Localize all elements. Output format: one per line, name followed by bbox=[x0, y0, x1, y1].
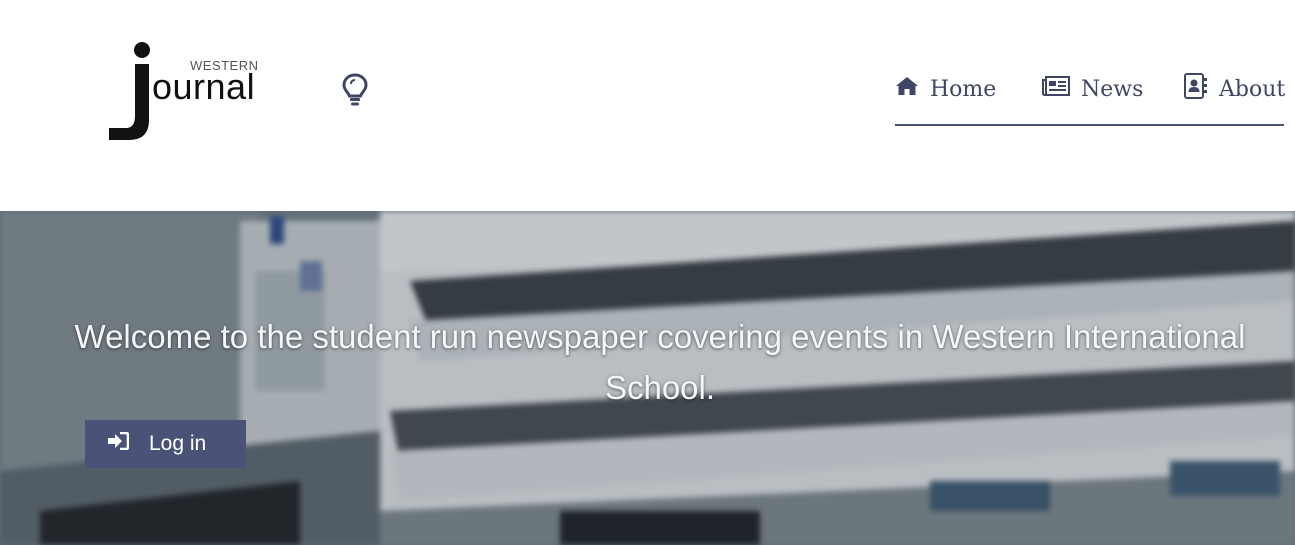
site-header: WESTERN ournal Home News About bbox=[0, 0, 1295, 211]
login-button[interactable]: Log in bbox=[85, 420, 246, 468]
newspaper-icon bbox=[1042, 76, 1070, 102]
address-book-icon bbox=[1184, 73, 1208, 105]
nav-item-label: About bbox=[1219, 76, 1286, 102]
logo-j-glyph bbox=[109, 42, 150, 140]
hero-banner: Welcome to the student run newspaper cov… bbox=[0, 211, 1295, 545]
nav-item-home[interactable]: Home bbox=[895, 72, 996, 106]
nav-item-news[interactable]: News bbox=[1042, 72, 1143, 106]
logo-wordmark: ournal bbox=[152, 66, 256, 107]
lightbulb-icon[interactable] bbox=[342, 72, 368, 108]
login-button-label: Log in bbox=[149, 432, 207, 455]
home-icon bbox=[895, 76, 919, 102]
nav-item-label: News bbox=[1081, 76, 1144, 102]
site-logo[interactable]: WESTERN ournal bbox=[104, 40, 264, 144]
main-nav: Home News About bbox=[895, 66, 1285, 126]
nav-item-about[interactable]: About bbox=[1184, 72, 1285, 106]
nav-item-label: Home bbox=[930, 76, 997, 102]
hero-headline: Welcome to the student run newspaper cov… bbox=[74, 318, 1246, 406]
sign-in-icon bbox=[107, 431, 130, 456]
